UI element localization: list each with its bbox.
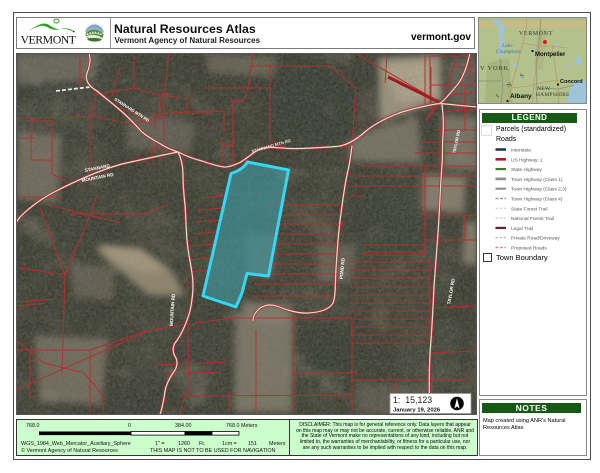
- svg-text:HAMPSHIRE: HAMPSHIRE: [536, 92, 570, 98]
- svg-text:Private Road/Driveway: Private Road/Driveway: [511, 236, 560, 242]
- svg-text:Legal Trail: Legal Trail: [511, 226, 533, 232]
- svg-text:Concord: Concord: [560, 79, 583, 85]
- svg-text:V YORK: V YORK: [480, 65, 509, 72]
- svg-text:Montpelier: Montpelier: [535, 52, 566, 58]
- svg-text:US Highway; 1: US Highway; 1: [511, 157, 543, 163]
- svg-text:Town Highway (Class 1): Town Highway (Class 1): [511, 177, 563, 183]
- svg-text:Champlain: Champlain: [496, 49, 521, 55]
- svg-text:State Forest Trail: State Forest Trail: [511, 206, 548, 212]
- svg-text:VERMONT: VERMONT: [21, 33, 77, 47]
- svg-text:VERMONT: VERMONT: [519, 31, 553, 37]
- svg-text:Proposed Roads: Proposed Roads: [511, 246, 547, 252]
- svg-text:January 19, 2026: January 19, 2026: [393, 408, 441, 414]
- svg-text:Town Highway (Class 2,3): Town Highway (Class 2,3): [511, 187, 567, 193]
- svg-text:National Forest Trail: National Forest Trail: [511, 216, 554, 222]
- svg-text:Interstate: Interstate: [511, 148, 531, 154]
- svg-text:Albany: Albany: [510, 93, 532, 100]
- svg-text:1: 15,123: 1: 15,123: [393, 395, 432, 405]
- svg-text:Town Highway (Class 4): Town Highway (Class 4): [511, 197, 563, 203]
- svg-text:State Highway: State Highway: [511, 167, 543, 173]
